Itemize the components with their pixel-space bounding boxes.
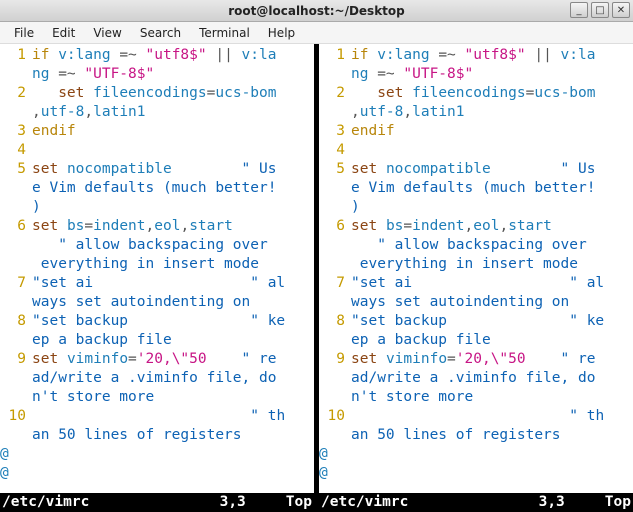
status-scroll: Top [286,493,312,512]
menu-search[interactable]: Search [132,24,189,42]
menu-view[interactable]: View [85,24,129,42]
status-cursor: 3,3 [220,493,246,512]
status-cursor: 3,3 [539,493,565,512]
code-left[interactable]: 1if v:lang =~ "utf8$" || v:lang =~ "UTF-… [0,44,314,493]
status-filename: /etc/vimrc [2,493,89,512]
terminal-window: root@localhost:~/Desktop _ □ ✕ File Edit… [0,0,633,512]
menu-help[interactable]: Help [260,24,303,42]
code-right[interactable]: 1if v:lang =~ "utf8$" || v:lang =~ "UTF-… [319,44,633,493]
statusbar-left: /etc/vimrc 3,3 Top [0,493,314,512]
window-controls: _ □ ✕ [570,2,630,18]
menubar: File Edit View Search Terminal Help [0,22,633,44]
menu-file[interactable]: File [6,24,42,42]
window-title: root@localhost:~/Desktop [0,4,633,18]
close-button[interactable]: ✕ [612,2,630,18]
statusbar-right: /etc/vimrc 3,3 Top [319,493,633,512]
menu-edit[interactable]: Edit [44,24,83,42]
status-filename: /etc/vimrc [321,493,408,512]
left-pane[interactable]: 1if v:lang =~ "utf8$" || v:lang =~ "UTF-… [0,44,314,512]
status-scroll: Top [605,493,631,512]
menu-terminal[interactable]: Terminal [191,24,258,42]
vim-editor[interactable]: 1if v:lang =~ "utf8$" || v:lang =~ "UTF-… [0,44,633,512]
right-pane[interactable]: 1if v:lang =~ "utf8$" || v:lang =~ "UTF-… [319,44,633,512]
minimize-button[interactable]: _ [570,2,588,18]
titlebar: root@localhost:~/Desktop _ □ ✕ [0,0,633,22]
maximize-button[interactable]: □ [591,2,609,18]
